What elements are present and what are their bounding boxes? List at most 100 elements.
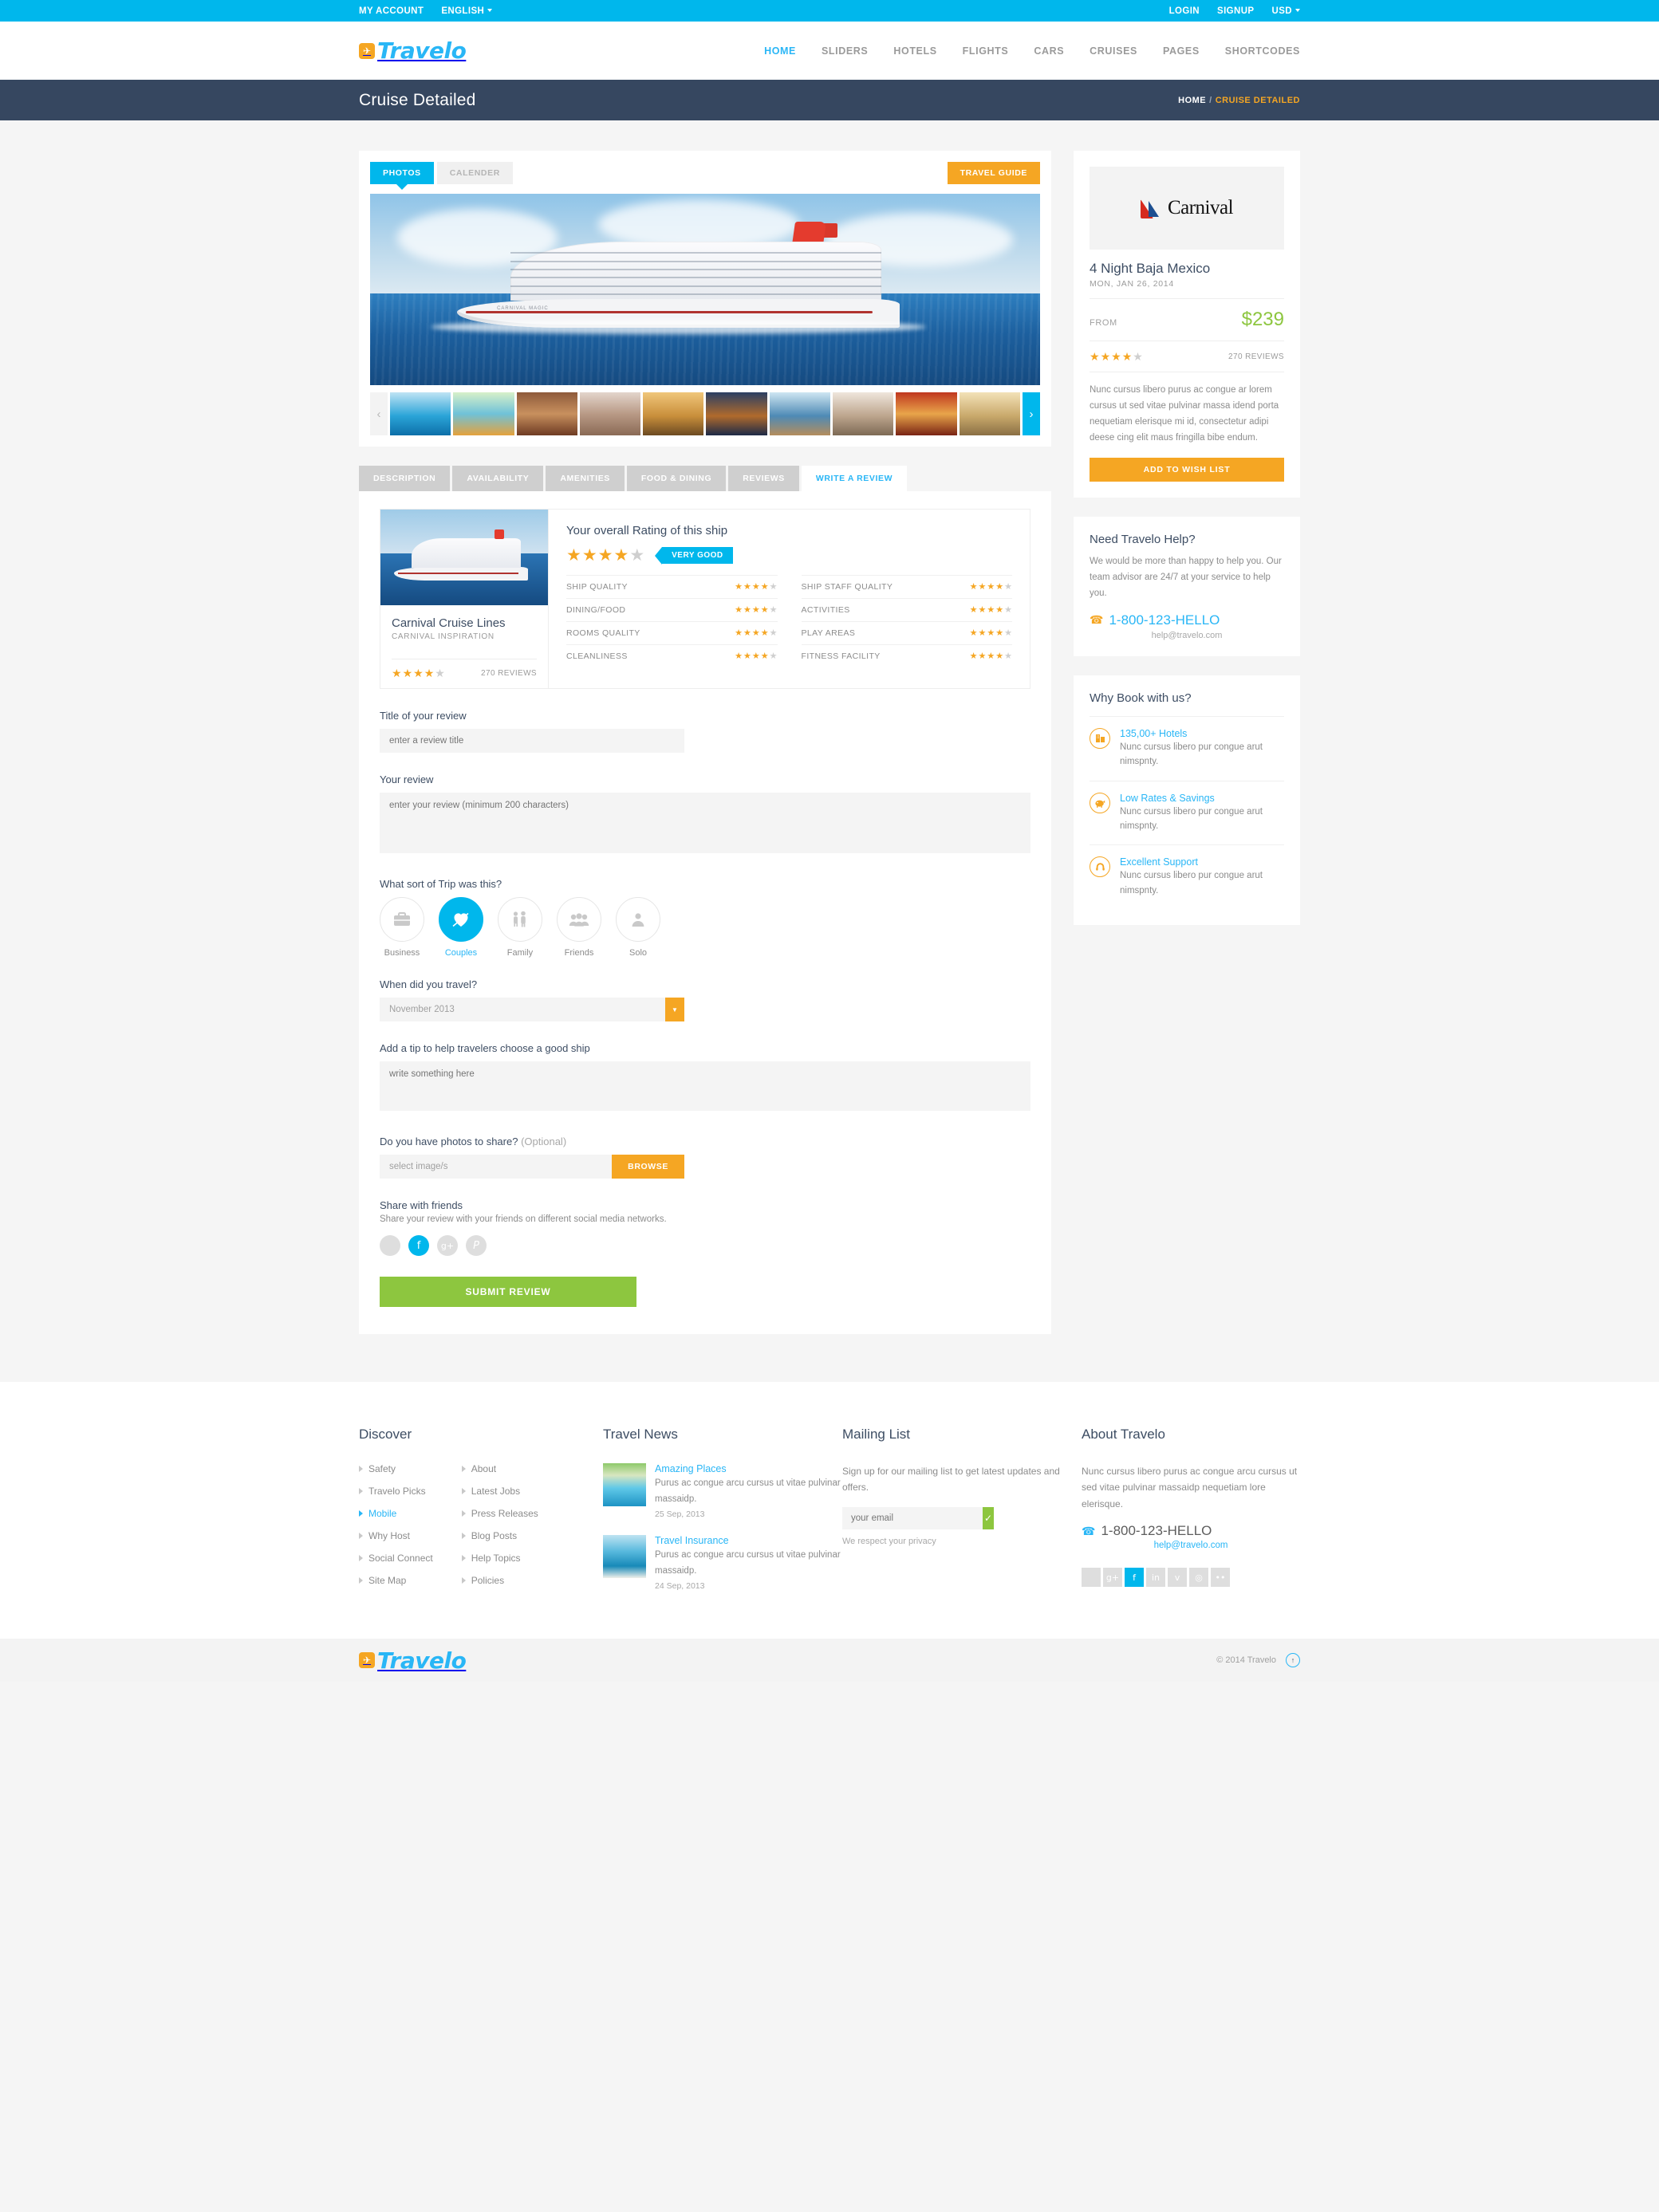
criteria-stars[interactable]: ★ ★ ★ ★ ★ (970, 606, 1012, 615)
thumbnail-item[interactable] (896, 392, 956, 435)
thumbnail-item[interactable] (453, 392, 514, 435)
submit-review-button[interactable]: SUBMIT REVIEW (380, 1277, 636, 1307)
criteria-stars[interactable]: ★ ★ ★ ★ ★ (970, 629, 1012, 638)
trip-option-solo[interactable]: Solo (616, 897, 660, 958)
detail-tabbar: DESCRIPTION AVAILABILITY AMENITIES FOOD … (359, 466, 1051, 491)
help-phone-row[interactable]: ☎ 1-800-123-HELLO (1090, 612, 1284, 628)
browse-button[interactable]: BROWSE (612, 1155, 684, 1179)
tab-description[interactable]: DESCRIPTION (359, 466, 450, 491)
email-field[interactable] (842, 1507, 983, 1529)
facebook-icon[interactable]: f (408, 1235, 429, 1256)
breadcrumb-home[interactable]: HOME (1178, 96, 1206, 105)
footer-link-blog-posts[interactable]: Blog Posts (462, 1530, 538, 1541)
chevron-right-icon[interactable]: › (1023, 392, 1040, 435)
gallery-tab-calender[interactable]: CALENDER (437, 162, 513, 184)
footer-link-social-connect[interactable]: Social Connect (359, 1553, 433, 1564)
chevron-left-icon[interactable]: ‹ (370, 392, 388, 435)
news-heading[interactable]: Travel Insurance (655, 1535, 842, 1546)
pinterest-icon[interactable]: P (466, 1235, 487, 1256)
news-thumbnail[interactable] (603, 1463, 646, 1506)
thumbnail-item[interactable] (643, 392, 703, 435)
criteria-row: ROOMS QUALITY ★ ★ ★ ★ ★ (566, 621, 778, 644)
thumbnail-item[interactable] (517, 392, 577, 435)
nav-item-cruises[interactable]: CRUISES (1090, 45, 1137, 57)
thumbnail-item[interactable] (770, 392, 830, 435)
dribbble-icon[interactable]: ◎ (1189, 1568, 1208, 1587)
help-email[interactable]: help@travelo.com (1090, 631, 1284, 640)
nav-item-sliders[interactable]: SLIDERS (822, 45, 868, 57)
tab-write-a-review[interactable]: WRITE A REVIEW (802, 466, 907, 491)
criteria-stars[interactable]: ★ ★ ★ ★ ★ (735, 652, 777, 661)
hero-cruise-photo[interactable]: CARNIVAL MAGIC (370, 194, 1040, 385)
gallery-tab-photos[interactable]: PHOTOS (370, 162, 434, 184)
nav-item-pages[interactable]: PAGES (1163, 45, 1200, 57)
why-book-heading[interactable]: Low Rates & Savings (1120, 793, 1284, 804)
footer-link-help-topics[interactable]: Help Topics (462, 1553, 538, 1564)
review-body-textarea[interactable] (380, 793, 1030, 853)
my-account-link[interactable]: MY ACCOUNT (359, 6, 424, 16)
nav-item-home[interactable]: HOME (764, 45, 796, 57)
criteria-stars[interactable]: ★ ★ ★ ★ ★ (735, 583, 777, 592)
criteria-stars[interactable]: ★ ★ ★ ★ ★ (735, 606, 777, 615)
thumbnail-item[interactable] (390, 392, 451, 435)
google-plus-icon[interactable]: g+ (1103, 1568, 1122, 1587)
caret-down-icon[interactable]: ▼ (665, 998, 684, 1021)
nav-item-hotels[interactable]: HOTELS (893, 45, 936, 57)
arrow-up-icon[interactable]: ↑ (1286, 1653, 1300, 1667)
nav-item-flights[interactable]: FLIGHTS (963, 45, 1009, 57)
trip-option-family[interactable]: Family (498, 897, 542, 958)
tab-food-and-dining[interactable]: FOOD & DINING (627, 466, 726, 491)
add-to-wish-list-button[interactable]: ADD TO WISH LIST (1090, 458, 1284, 482)
footer-email[interactable]: help@travelo.com (1082, 1541, 1300, 1550)
tab-reviews[interactable]: REVIEWS (728, 466, 799, 491)
travel-date-select[interactable]: November 2013 ▼ (380, 998, 684, 1021)
news-thumbnail[interactable] (603, 1535, 646, 1578)
footer-link-about[interactable]: About (462, 1463, 538, 1474)
travel-guide-button[interactable]: TRAVEL GUIDE (948, 162, 1040, 184)
nav-item-shortcodes[interactable]: SHORTCODES (1225, 45, 1300, 57)
footer-link-site-map[interactable]: Site Map (359, 1575, 433, 1586)
footer-link-latest-jobs[interactable]: Latest Jobs (462, 1486, 538, 1497)
tab-availability[interactable]: AVAILABILITY (452, 466, 543, 491)
nav-item-cars[interactable]: CARS (1034, 45, 1064, 57)
photo-file-value[interactable]: select image/s (380, 1155, 612, 1179)
twitter-icon[interactable]: 𝏱 (1082, 1568, 1101, 1587)
footer-link-mobile[interactable]: Mobile (359, 1508, 433, 1519)
footer-link-travelo-picks[interactable]: Travelo Picks (359, 1486, 433, 1497)
thumbnail-item[interactable] (833, 392, 893, 435)
footer-link-policies[interactable]: Policies (462, 1575, 538, 1586)
flickr-icon[interactable]: •• (1211, 1568, 1230, 1587)
signup-link[interactable]: SIGNUP (1217, 6, 1255, 16)
why-book-heading[interactable]: 135,00+ Hotels (1120, 728, 1284, 739)
vimeo-icon[interactable]: v (1168, 1568, 1187, 1587)
tab-amenities[interactable]: AMENITIES (546, 466, 625, 491)
currency-selector[interactable]: USD (1272, 6, 1300, 16)
news-heading[interactable]: Amazing Places (655, 1463, 842, 1474)
trip-option-couples[interactable]: Couples (439, 897, 483, 958)
tip-textarea[interactable] (380, 1061, 1030, 1111)
criteria-stars[interactable]: ★ ★ ★ ★ ★ (735, 629, 777, 638)
thumbnail-item[interactable] (706, 392, 766, 435)
review-title-input[interactable] (380, 729, 684, 753)
footer-link-safety[interactable]: Safety (359, 1463, 433, 1474)
facebook-icon[interactable]: f (1125, 1568, 1144, 1587)
check-icon[interactable]: ✓ (983, 1507, 994, 1529)
criteria-stars[interactable]: ★ ★ ★ ★ ★ (970, 652, 1012, 661)
login-link[interactable]: LOGIN (1169, 6, 1200, 16)
trip-option-business[interactable]: Business (380, 897, 424, 958)
trip-option-friends[interactable]: Friends (557, 897, 601, 958)
footer-link-why-host[interactable]: Why Host (359, 1530, 433, 1541)
footer-logo[interactable]: ✈ Travelo (359, 1647, 466, 1674)
language-selector[interactable]: ENGLISH (441, 6, 492, 16)
footer-link-press-releases[interactable]: Press Releases (462, 1508, 538, 1519)
criteria-stars[interactable]: ★ ★ ★ ★ ★ (970, 583, 1012, 592)
overall-star-rating[interactable]: ★ ★ ★ ★ ★ (566, 547, 644, 564)
why-book-heading[interactable]: Excellent Support (1120, 856, 1284, 868)
linkedin-icon[interactable]: in (1146, 1568, 1165, 1587)
logo[interactable]: ✈ Travelo (359, 37, 466, 64)
twitter-icon[interactable]: 𝏱 (380, 1235, 400, 1256)
thumbnail-item[interactable] (960, 392, 1020, 435)
thumbnail-item[interactable] (580, 392, 640, 435)
footer-phone-row[interactable]: ☎ 1-800-123-HELLO (1082, 1523, 1300, 1539)
google-plus-icon[interactable]: g+ (437, 1235, 458, 1256)
